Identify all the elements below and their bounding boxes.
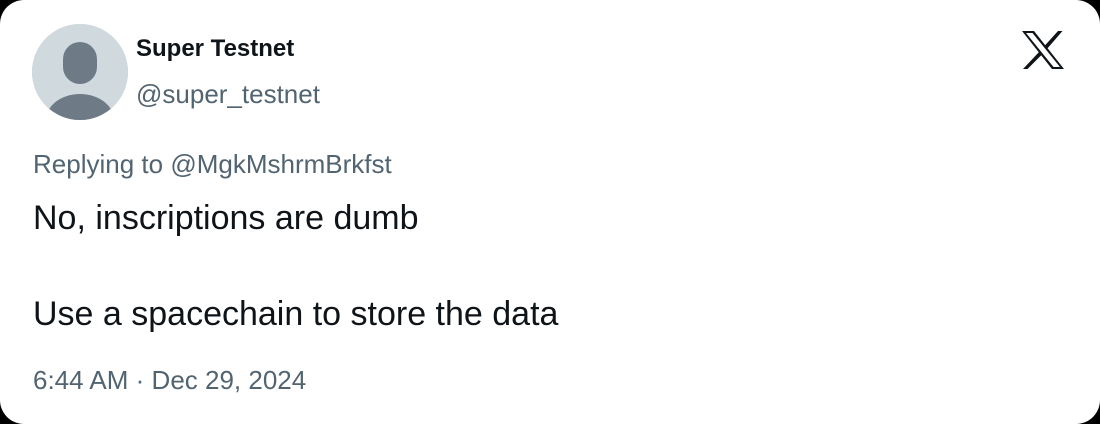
avatar[interactable] [32,24,128,120]
tweet-text-line: No, inscriptions are dumb [33,199,419,237]
author-display-name[interactable]: Super Testnet [136,34,294,64]
author-handle[interactable]: @super_testnet [136,79,320,109]
tweet-card: Super Testnet @super_testnet Replying to… [0,0,1100,424]
default-avatar-icon [32,24,128,120]
tweet-date: Dec 29, 2024 [151,365,307,395]
tweet-time: 6:44 AM [33,365,129,395]
reply-mention-link[interactable]: @MgkMshrmBrkfst [170,149,391,179]
tweet-timestamp[interactable]: 6:44 AM · Dec 29, 2024 [33,364,306,396]
meta-separator: · [135,365,145,395]
replying-to-label: Replying to [33,149,164,179]
x-logo-icon[interactable] [1021,30,1065,70]
replying-to: Replying to @MgkMshrmBrkfst [33,148,392,180]
tweet-text-line: Use a spacechain to store the data [33,295,559,333]
